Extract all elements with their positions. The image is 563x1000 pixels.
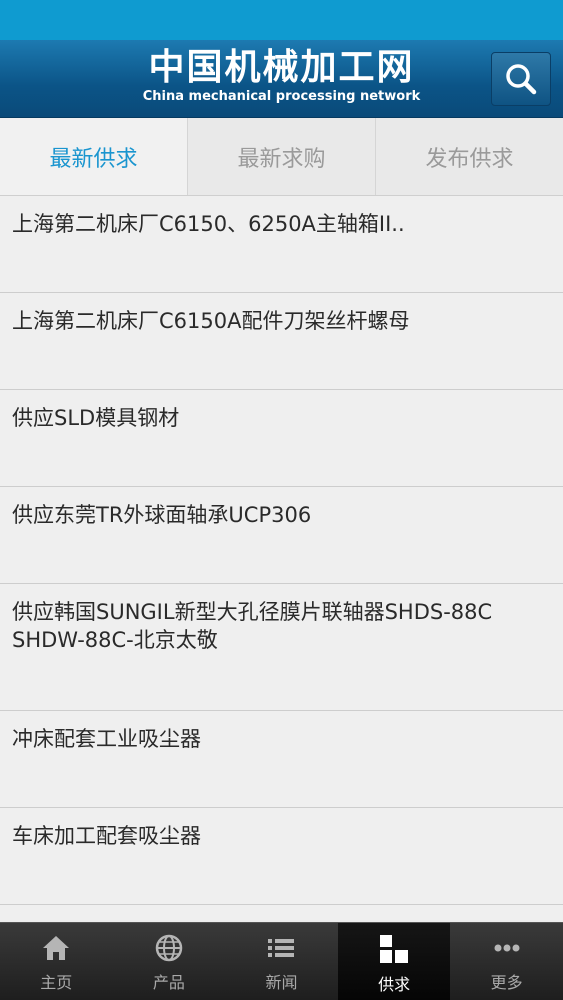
globe-icon [155, 934, 183, 962]
grid-icon [380, 935, 409, 963]
tab-latest-supply[interactable]: 最新供求 [0, 118, 188, 195]
list-item-title: 车床加工配套吸尘器 [12, 824, 201, 848]
supply-list: 上海第二机床厂C6150、6250A主轴箱II.. 上海第二机床厂C6150A配… [0, 196, 563, 922]
bottom-nav: 主页 产品 新闻 供求 更多 [0, 922, 563, 1000]
nav-home[interactable]: 主页 [0, 923, 113, 1000]
status-bar [0, 0, 563, 40]
nav-label: 新闻 [265, 973, 298, 992]
list-item[interactable]: 车床加工配套吸尘器 [0, 808, 563, 905]
list-item[interactable]: 供应韩国SUNGIL新型大孔径膜片联轴器SHDS-88C SHDW-88C-北京… [0, 584, 563, 711]
home-icon [43, 936, 70, 960]
tab-latest-purchase[interactable]: 最新求购 [188, 118, 376, 195]
nav-more[interactable]: 更多 [450, 923, 563, 1000]
nav-label: 产品 [152, 973, 185, 992]
list-item-title: 冲床配套工业吸尘器 [12, 727, 201, 751]
list-item-title: 供应韩国SUNGIL新型大孔径膜片联轴器SHDS-88C SHDW-88C-北京… [12, 600, 493, 652]
app-header: 中国机械加工网 China mechanical processing netw… [0, 40, 563, 118]
search-button[interactable] [491, 52, 551, 106]
list-item[interactable]: 冲床配套工业吸尘器 [0, 711, 563, 808]
tab-bar: 最新供求 最新求购 发布供求 [0, 118, 563, 196]
site-title: 中国机械加工网 [148, 47, 415, 88]
list-item[interactable]: 上海第二机床厂C6150A配件刀架丝杆螺母 [0, 293, 563, 390]
list-item[interactable]: 供应东莞TR外球面轴承UCP306 [0, 487, 563, 584]
list-item[interactable]: 供应SLD模具钢材 [0, 390, 563, 487]
site-logo: 中国机械加工网 China mechanical processing netw… [0, 48, 563, 105]
site-subtitle: China mechanical processing network [142, 89, 421, 104]
nav-supply[interactable]: 供求 [337, 923, 451, 1000]
list-item-title: 供应东莞TR外球面轴承UCP306 [12, 503, 312, 527]
tab-publish-supply[interactable]: 发布供求 [376, 118, 563, 195]
nav-label: 主页 [40, 973, 73, 992]
nav-label: 更多 [490, 973, 523, 992]
list-item-title: 上海第二机床厂C6150、6250A主轴箱II.. [12, 212, 405, 236]
list-icon [268, 939, 295, 957]
nav-label: 供求 [378, 975, 411, 994]
search-icon [506, 64, 537, 95]
nav-products[interactable]: 产品 [113, 923, 226, 1000]
list-item-title: 供应SLD模具钢材 [12, 406, 180, 430]
list-item-title: 上海第二机床厂C6150A配件刀架丝杆螺母 [12, 309, 410, 333]
nav-news[interactable]: 新闻 [225, 923, 338, 1000]
list-item[interactable]: 上海第二机床厂C6150、6250A主轴箱II.. [0, 196, 563, 293]
more-icon [494, 944, 520, 952]
